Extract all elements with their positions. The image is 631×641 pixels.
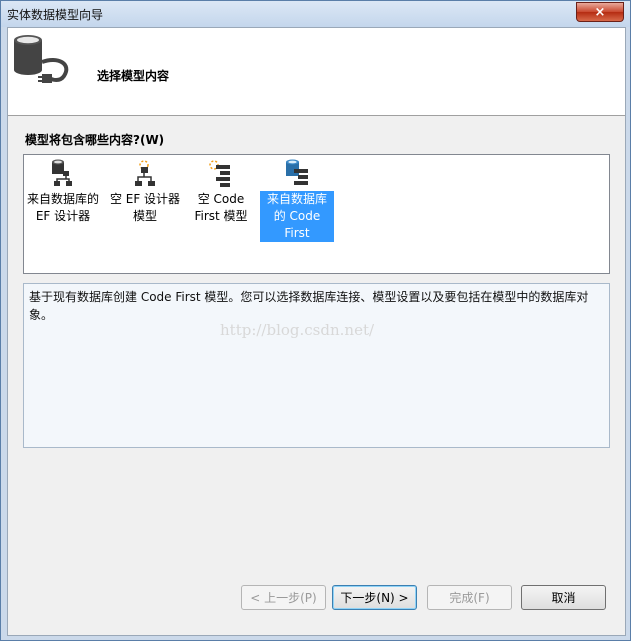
finish-button[interactable]: 完成(F): [427, 585, 512, 610]
wizard-client-area: 选择模型内容 模型将包含哪些内容?(W) 来自数据库的 EF 设计器 空 EF …: [7, 27, 626, 636]
empty-code-first-icon: [209, 160, 230, 187]
close-button[interactable]: ×: [576, 2, 624, 22]
description-text: 基于现有数据库创建 Code First 模型。您可以选择数据库连接、模型设置以…: [29, 290, 589, 322]
model-content-list[interactable]: 来自数据库的 EF 设计器 空 EF 设计器 模型 空 Code First 模…: [23, 154, 610, 274]
page-title: 选择模型内容: [97, 69, 170, 83]
next-button[interactable]: 下一步(N) >: [332, 585, 417, 610]
database-plug-icon: [14, 35, 69, 83]
content-prompt-label: 模型将包含哪些内容?(W): [25, 133, 165, 147]
list-item-empty-code-first[interactable]: 空 Code First 模型: [184, 155, 258, 225]
description-panel: 基于现有数据库创建 Code First 模型。您可以选择数据库连接、模型设置以…: [23, 283, 610, 448]
list-item-label: 来自数据库 的 Code First: [260, 191, 334, 242]
cancel-button[interactable]: 取消: [521, 585, 606, 610]
wizard-header: 选择模型内容: [8, 28, 625, 116]
window-title: 实体数据模型向导: [7, 8, 104, 22]
wizard-window: 实体数据模型向导 × 选择模型内容 模型将包含哪些内容?(W) 来自数据库的 E…: [0, 0, 631, 641]
database-code-first-icon: [286, 159, 308, 185]
list-item-label: 空 Code First 模型: [194, 192, 248, 223]
close-icon: ×: [594, 4, 606, 20]
title-bar[interactable]: 实体数据模型向导 ×: [1, 1, 630, 27]
empty-designer-icon: [135, 160, 155, 186]
list-item-empty-ef-designer[interactable]: 空 EF 设计器 模型: [108, 155, 182, 225]
list-item-label: 来自数据库的 EF 设计器: [27, 192, 100, 223]
database-designer-icon: [52, 159, 72, 186]
list-item-label: 空 EF 设计器 模型: [109, 192, 181, 223]
watermark: http://blog.csdn.net/: [220, 321, 375, 339]
back-button[interactable]: < 上一步(P): [241, 585, 326, 610]
list-item-db-code-first[interactable]: 来自数据库 的 Code First: [260, 155, 334, 242]
list-item-db-ef-designer[interactable]: 来自数据库的 EF 设计器: [26, 155, 100, 225]
